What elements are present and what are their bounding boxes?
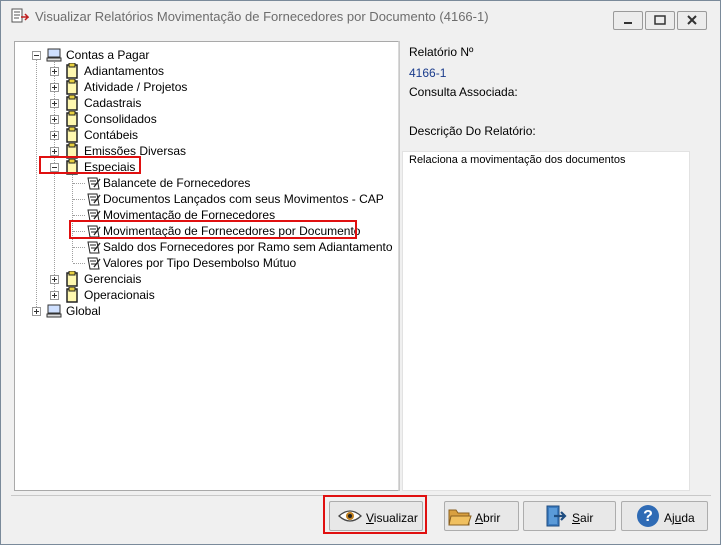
tree-node-label: Movimentação de Fornecedores (103, 208, 276, 222)
tree-node-balancete-de-fornecedores[interactable]: Balancete de Fornecedores (15, 175, 395, 191)
description-scrollbar[interactable] (690, 151, 705, 491)
close-icon (687, 15, 697, 25)
abrir-button[interactable]: Abrir (444, 501, 519, 531)
main-window: Visualizar Relatórios Movimentação de Fo… (0, 0, 721, 545)
tree-node-label: Cadastrais (84, 96, 142, 110)
report-details-panel: Relatório Nº 4166-1 Consulta Associada: … (402, 41, 705, 491)
tree-node-label: Emissões Diversas (84, 144, 187, 158)
expand-toggle[interactable] (50, 291, 59, 300)
tree-node-especiais[interactable]: Especiais (15, 158, 395, 175)
button-bar-divider (11, 495, 711, 496)
expand-toggle[interactable] (50, 131, 59, 140)
ajuda-label: da (681, 511, 695, 525)
tree-node-label: Saldo dos Fornecedores por Ramo sem Adia… (103, 240, 393, 254)
tree-node-adiantamentos[interactable]: Adiantamentos (15, 62, 395, 79)
expand-toggle[interactable] (50, 147, 59, 156)
tree-connector (73, 263, 85, 264)
close-button[interactable] (677, 11, 707, 30)
tree-node-documentos-lancados[interactable]: Documentos Lançados com seus Movimentos … (15, 191, 395, 207)
ajuda-label-pre: Aj (664, 511, 675, 525)
tree-node-label: Gerenciais (84, 272, 142, 286)
consulta-associada-label: Consulta Associada: (409, 85, 518, 99)
expand-toggle[interactable] (50, 115, 59, 124)
descricao-label: Descrição Do Relatório: (409, 124, 536, 138)
tree-node-label: Operacionais (84, 288, 155, 302)
tree-connector (73, 247, 85, 248)
collapse-toggle[interactable] (50, 163, 59, 172)
ajuda-button[interactable]: ? Ajuda (621, 501, 708, 531)
tree-node-cadastrais[interactable]: Cadastrais (15, 94, 395, 111)
tree-node-valores-por-tipo[interactable]: Valores por Tipo Desembolso Mútuo (15, 255, 395, 271)
report-tree[interactable]: Contas a Pagar Adiantamentos Atividade /… (14, 41, 399, 491)
tree-node-label: Contas a Pagar (66, 48, 150, 62)
tree-node-operacionais[interactable]: Operacionais (15, 286, 395, 303)
eye-icon (338, 508, 362, 527)
svg-text:?: ? (643, 508, 653, 525)
tree-connector (73, 231, 85, 232)
expand-toggle[interactable] (32, 307, 41, 316)
tree-node-label: Adiantamentos (84, 64, 165, 78)
description-box[interactable]: Relaciona a movimentação dos documentos (402, 151, 690, 491)
app-report-icon (11, 8, 30, 24)
help-icon: ? (636, 504, 660, 531)
sair-accesskey: S (572, 511, 581, 525)
expand-toggle[interactable] (50, 67, 59, 76)
visualizar-label: isualizar (373, 511, 418, 525)
tree-node-saldo-dos-fornecedores[interactable]: Saldo dos Fornecedores por Ramo sem Adia… (15, 239, 395, 255)
tree-node-label: Global (66, 304, 101, 318)
abrir-label: brir (483, 511, 501, 525)
tree-node-label: Valores por Tipo Desembolso Mútuo (103, 256, 297, 270)
minimize-icon (624, 22, 632, 24)
description-text: Relaciona a movimentação dos documentos (409, 154, 626, 166)
tree-node-label: Contábeis (84, 128, 139, 142)
abrir-accesskey: A (475, 511, 484, 525)
window-bottom-edge (1, 536, 720, 544)
computer-icon (46, 303, 62, 322)
tree-node-label: Especiais (84, 160, 136, 174)
visualizar-accesskey: V (366, 511, 374, 525)
visualizar-button[interactable]: Visualizar (329, 501, 423, 531)
tree-node-contabeis[interactable]: Contábeis (15, 126, 395, 143)
tree-node-atividade-projetos[interactable]: Atividade / Projetos (15, 78, 395, 95)
pane-splitter[interactable] (399, 41, 400, 491)
tree-node-consolidados[interactable]: Consolidados (15, 110, 395, 127)
exit-icon (544, 504, 568, 531)
tree-node-label: Consolidados (84, 112, 157, 126)
tree-node-label: Movimentação de Fornecedores por Documen… (103, 224, 361, 238)
tree-node-contas-a-pagar[interactable]: Contas a Pagar (15, 47, 395, 63)
window-title: Visualizar Relatórios Movimentação de Fo… (35, 9, 489, 24)
report-number-value: 4166-1 (409, 66, 447, 80)
tree-connector (73, 183, 85, 184)
report-number-label: Relatório Nº (409, 45, 474, 59)
title-bar[interactable]: Visualizar Relatórios Movimentação de Fo… (1, 1, 720, 31)
folder-icon (448, 506, 472, 531)
tree-node-label: Balancete de Fornecedores (103, 176, 251, 190)
maximize-button[interactable] (645, 11, 675, 30)
minimize-button[interactable] (613, 11, 643, 30)
expand-toggle[interactable] (50, 83, 59, 92)
tree-connector (73, 215, 85, 216)
maximize-icon (654, 15, 666, 25)
tree-node-movimentacao-por-documento[interactable]: Movimentação de Fornecedores por Documen… (15, 223, 395, 239)
sair-button[interactable]: Sair (523, 501, 616, 531)
tree-node-movimentacao-de-fornecedores[interactable]: Movimentação de Fornecedores (15, 207, 395, 223)
tree-connector (73, 199, 85, 200)
sair-label: air (580, 511, 594, 525)
tree-node-gerenciais[interactable]: Gerenciais (15, 270, 395, 287)
tree-node-global[interactable]: Global (15, 303, 395, 319)
expand-toggle[interactable] (50, 99, 59, 108)
tree-node-label: Atividade / Projetos (84, 80, 188, 94)
collapse-toggle[interactable] (32, 51, 41, 60)
expand-toggle[interactable] (50, 275, 59, 284)
tree-node-label: Documentos Lançados com seus Movimentos … (103, 192, 384, 206)
tree-node-emissoes-diversas[interactable]: Emissões Diversas (15, 142, 395, 159)
